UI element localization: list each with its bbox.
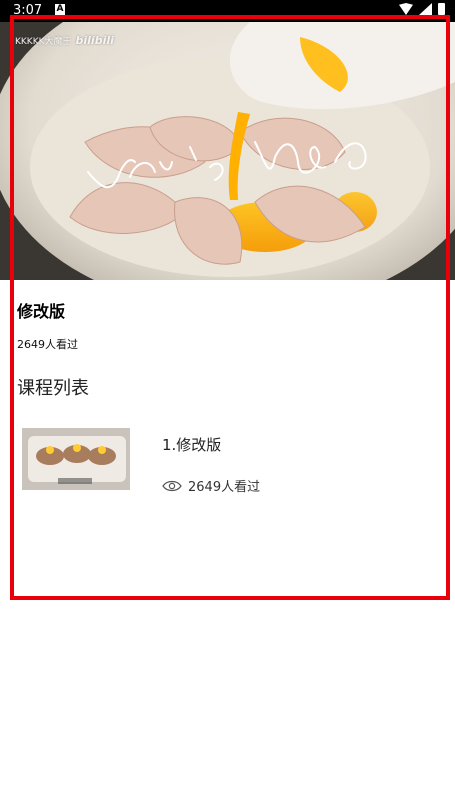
lesson-title[interactable]: 1.修改版 xyxy=(162,434,221,455)
watermark-user: KKKKK大魔王 xyxy=(15,37,72,47)
watermark-brand: bilibili xyxy=(75,34,114,47)
eye-icon xyxy=(162,480,182,491)
battery-icon xyxy=(438,3,445,15)
lesson-list-item[interactable]: 1.修改版 2649人看过 xyxy=(10,418,440,498)
lesson-thumbnail[interactable] xyxy=(22,428,130,490)
video-player[interactable]: KKKKK大魔王 bilibili xyxy=(0,22,455,280)
notification-icon: A xyxy=(55,4,65,15)
lesson-view-count: 2649人看过 xyxy=(162,476,260,495)
lesson-views-text: 2649人看过 xyxy=(188,480,261,495)
signal-icon xyxy=(419,3,432,15)
status-time: 3:07 xyxy=(13,3,43,18)
status-icons xyxy=(399,3,445,15)
course-view-count: 2649人看过 xyxy=(17,338,78,351)
wifi-icon xyxy=(399,3,413,15)
status-bar: 3:07 A xyxy=(0,0,455,22)
video-frame-image xyxy=(0,22,455,280)
lesson-list-heading: 课程列表 xyxy=(17,378,89,399)
video-watermark: KKKKK大魔王 bilibili xyxy=(15,34,114,47)
course-title: 修改版 xyxy=(17,302,66,321)
